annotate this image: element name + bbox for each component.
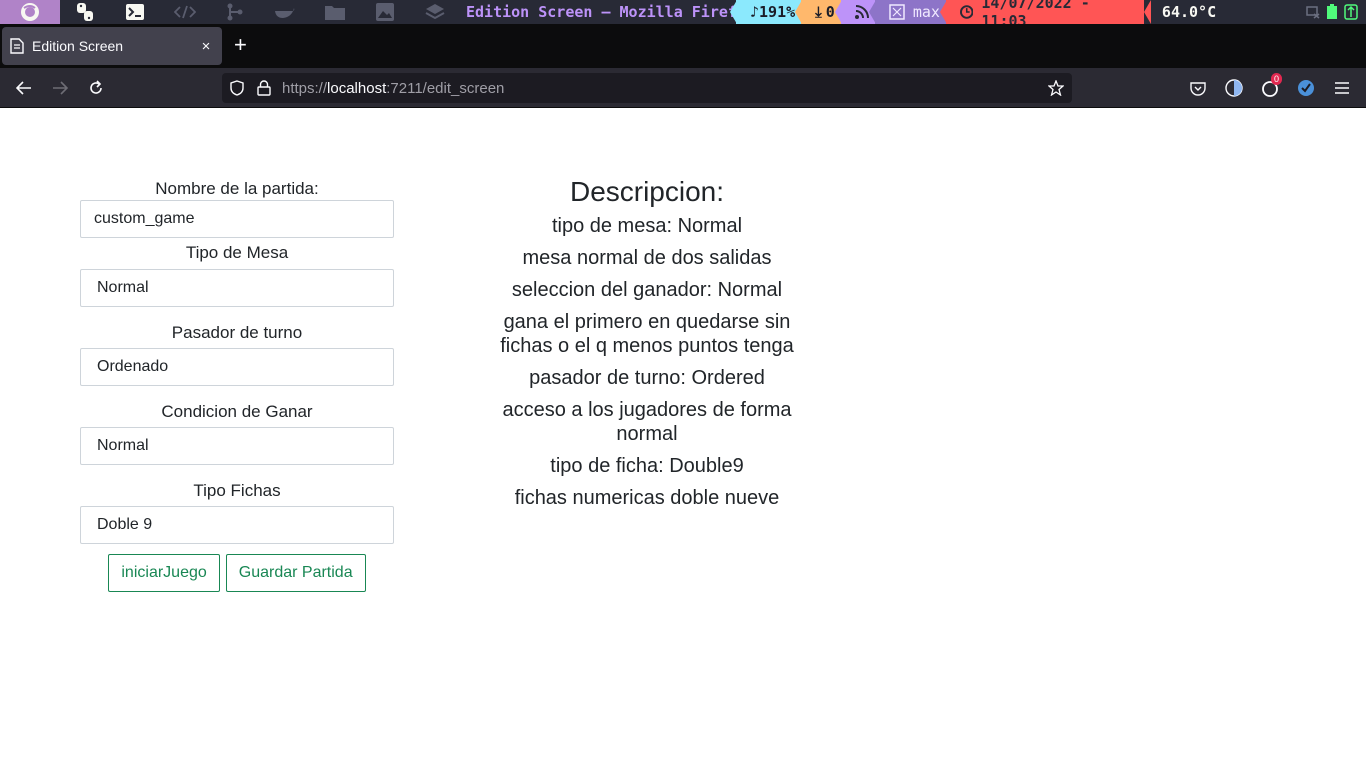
turn-passer-select[interactable]: Ordenado: [80, 348, 394, 386]
temperature: 64.0°C: [1143, 0, 1240, 24]
extension-badge: 0: [1271, 73, 1283, 85]
save-game-button[interactable]: Guardar Partida: [225, 554, 366, 592]
battery-icon[interactable]: [1326, 4, 1338, 20]
game-name-label: Nombre de la partida:: [155, 179, 319, 198]
forward-button[interactable]: [50, 78, 70, 98]
rss-icon: [854, 5, 869, 19]
description-line: mesa normal de dos salidas: [522, 247, 772, 269]
page-icon: [10, 38, 24, 54]
game-name-input[interactable]: custom_game: [80, 200, 394, 238]
workspace-python[interactable]: [60, 0, 110, 24]
menu-button[interactable]: [1332, 78, 1352, 98]
hamburger-menu-icon: [1335, 82, 1349, 94]
url-bar[interactable]: https://localhost:7211/edit_screen: [222, 73, 1072, 103]
python-icon: [77, 3, 93, 21]
volume-value: 191%: [759, 3, 796, 21]
game-settings-form: Nombre de la partida: custom_game Tipo d…: [80, 178, 394, 592]
arrow-right-icon: [53, 81, 68, 95]
network-icon[interactable]: [1306, 5, 1320, 19]
workspace-docker[interactable]: [260, 0, 310, 24]
workspace-layers[interactable]: [410, 0, 460, 24]
description-line: tipo de ficha: Double9: [550, 455, 744, 477]
win-condition-label: Condicion de Ganar: [161, 402, 313, 421]
layout-label: max: [912, 3, 940, 21]
bookmark-star-icon[interactable]: [1048, 80, 1064, 96]
clock[interactable]: 14/07/2022 - 11:03: [939, 0, 1144, 30]
description-line: tipo de mesa: Normal: [551, 215, 743, 237]
layers-icon: [425, 4, 445, 20]
temperature-value: 64.0°C: [1161, 3, 1217, 21]
tab-strip: Edition Screen × +: [0, 24, 1366, 68]
workspace-image[interactable]: [360, 0, 410, 24]
close-tab-icon[interactable]: ×: [198, 38, 214, 55]
table-type-label: Tipo de Mesa: [185, 243, 289, 262]
form-actions: iniciarJuego Guardar Partida: [80, 554, 394, 592]
description-line: gana el primero en quedarse sin fichas o…: [500, 311, 794, 357]
arrow-left-icon: [16, 81, 31, 95]
url-path: :7211/edit_screen: [386, 80, 505, 97]
table-type-select[interactable]: Normal: [80, 269, 394, 307]
downloads-count: 0: [825, 3, 835, 21]
url-text[interactable]: https://localhost:7211/edit_screen: [282, 80, 504, 97]
workspace-folder[interactable]: [310, 0, 360, 24]
extension-button-2[interactable]: 0: [1260, 73, 1283, 98]
window-title: Edition Screen — Mozilla Firef: [466, 3, 736, 21]
git-icon: [227, 3, 243, 21]
workspace-git[interactable]: [210, 0, 260, 24]
tile-type-label: Tipo Fichas: [193, 481, 281, 500]
tab-title: Edition Screen: [32, 38, 124, 54]
system-tray: [1306, 4, 1366, 20]
url-scheme: https://: [282, 80, 328, 97]
description-title: Descripcion:: [569, 176, 725, 207]
tile-type-select[interactable]: Doble 9: [80, 506, 394, 544]
back-button[interactable]: [14, 78, 34, 98]
image-icon: [376, 3, 394, 21]
clock-icon: [959, 5, 974, 19]
half-circle-icon: [1225, 79, 1243, 97]
download-icon: ⤓: [815, 3, 822, 21]
reload-button[interactable]: [86, 78, 106, 98]
turn-passer-label: Pasador de turno: [171, 323, 303, 342]
pocket-icon: [1190, 81, 1206, 96]
layout-indicator[interactable]: max: [868, 0, 946, 24]
pocket-button[interactable]: [1188, 78, 1208, 98]
start-game-button[interactable]: iniciarJuego: [108, 554, 220, 592]
usb-icon[interactable]: [1344, 4, 1358, 20]
url-host: localhost: [327, 80, 387, 97]
reload-icon: [90, 80, 102, 94]
lock-icon[interactable]: [257, 80, 271, 96]
workspace-firefox[interactable]: [0, 0, 60, 24]
shield-icon[interactable]: [230, 80, 244, 96]
volume-indicator[interactable]: ♪ 191%: [730, 0, 802, 24]
new-tab-button[interactable]: +: [234, 34, 247, 56]
description-line: acceso a los jugadores de forma normal: [502, 399, 792, 445]
folder-icon: [325, 6, 345, 20]
tab-edition-screen[interactable]: Edition Screen ×: [2, 27, 222, 65]
firefox-icon: [21, 3, 39, 21]
docker-icon: [275, 8, 295, 18]
check-circle-icon: [1298, 80, 1314, 96]
description-panel: Descripcion: tipo de mesa: Normal mesa n…: [496, 176, 798, 518]
code-icon: [174, 5, 196, 19]
workspace-terminal[interactable]: [110, 0, 160, 24]
win-condition-select[interactable]: Normal: [80, 427, 394, 465]
navigation-bar: https://localhost:7211/edit_screen 0: [0, 68, 1366, 108]
description-line: seleccion del ganador: Normal: [511, 279, 783, 301]
terminal-icon: [126, 4, 144, 20]
maximize-icon: [889, 4, 905, 20]
extension-button-3[interactable]: [1296, 78, 1316, 98]
workspace-code[interactable]: [160, 0, 210, 24]
description-line: fichas numericas doble nueve: [514, 487, 780, 509]
description-line: pasador de turno: Ordered: [529, 367, 765, 389]
music-note-icon: ♪: [750, 3, 760, 21]
system-bar: Edition Screen — Mozilla Firef ♪ 191% ⤓ …: [0, 0, 1366, 30]
extension-button-1[interactable]: [1224, 78, 1244, 98]
